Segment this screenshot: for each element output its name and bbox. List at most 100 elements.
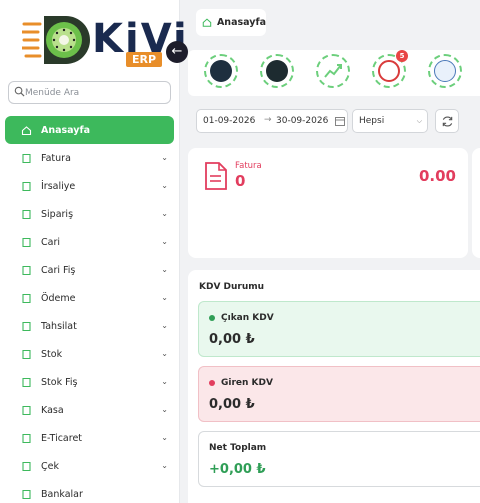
sidebar-item-label: E-Ticaret (41, 432, 83, 444)
outgoing-kdv-box: Çıkan KDV 0,00 ₺ (198, 301, 480, 357)
sidebar-item-label: Stok Fiş (41, 376, 78, 388)
sidebar-item-label: Tahsilat (41, 320, 77, 332)
cheque-icon (22, 461, 31, 471)
next-summary-card[interactable] (472, 148, 480, 258)
sidebar-item-14[interactable]: Bankalar (5, 480, 174, 503)
sidebar-item-5[interactable]: Cari ⌄ (5, 228, 174, 256)
chevron-down-icon: ⌄ (161, 461, 168, 470)
invoice-icon (22, 153, 31, 163)
sidebar-item-label: Cari (41, 236, 60, 248)
kdv-status-panel: KDV Durumu Çıkan KDV 0,00 ₺ Giren KDV 0,… (188, 270, 480, 503)
chevron-down-icon: ⌄ (161, 181, 168, 190)
collapse-sidebar-button[interactable]: ← (166, 41, 188, 63)
sidebar-item-9[interactable]: Stok ⌄ (5, 340, 174, 368)
net-total-amount: +0,00 ₺ (209, 462, 266, 477)
chevron-down-icon: ⌄ (161, 405, 168, 414)
kivi-erp-logo[interactable]: KiVi ERP (22, 10, 187, 72)
breadcrumb[interactable]: Anasayfa (196, 9, 266, 36)
outgoing-kdv-amount: 0,00 ₺ (209, 332, 255, 347)
notification-badge: 5 (396, 50, 408, 62)
chevron-down-icon: ⌄ (161, 433, 168, 442)
sidebar-item-label: Sipariş (41, 208, 74, 220)
sidebar-item-label: İrsaliye (41, 180, 76, 192)
tax-office-icon (378, 60, 400, 82)
cash-icon (22, 405, 31, 415)
date-end: 30-09-2026 (276, 116, 329, 126)
kiwi-logo-icon (22, 16, 90, 64)
sidebar-item-13[interactable]: Çek ⌄ (5, 452, 174, 480)
stock-receipt-icon (22, 377, 31, 387)
growth-chart-icon (324, 64, 342, 78)
sidebar-item-10[interactable]: Stok Fiş ⌄ (5, 368, 174, 396)
sidebar-item-label: Çek (41, 460, 59, 472)
quick-link-gib[interactable] (204, 54, 238, 88)
calendar-icon (335, 117, 345, 126)
menu-search[interactable] (8, 81, 171, 104)
quick-link-growth[interactable] (316, 54, 350, 88)
chevron-down-icon: ⌄ (161, 265, 168, 274)
order-icon (22, 209, 31, 219)
filter-bar: 01-09-2026 → 30-09-2026 Hepsi ⌵ (196, 109, 480, 133)
stock-icon (22, 349, 31, 359)
search-icon (14, 86, 25, 97)
quick-link-sgk[interactable] (428, 54, 462, 88)
brand-suffix: ERP (126, 52, 163, 67)
ilk500-icon (266, 60, 288, 82)
quick-link-ilk500[interactable] (260, 54, 294, 88)
chevron-down-icon: ⌄ (161, 293, 168, 302)
bank-icon (22, 489, 31, 499)
sgk-icon (434, 60, 456, 82)
sidebar-item-label: Anasayfa (41, 124, 91, 136)
incoming-kdv-label: Giren KDV (221, 378, 273, 388)
ecommerce-icon (22, 433, 31, 443)
chevron-down-icon: ⌄ (161, 209, 168, 218)
refresh-button[interactable] (435, 109, 459, 133)
chevron-down-icon: ⌄ (161, 321, 168, 330)
account-icon (22, 237, 31, 247)
sidebar-item-12[interactable]: E-Ticaret ⌄ (5, 424, 174, 452)
sidebar: KiVi ERP AnasayfaFatura⌄İrsaliye⌄Sipariş… (0, 0, 187, 503)
chevron-down-icon: ⌄ (161, 349, 168, 358)
sidebar-item-label: Fatura (41, 152, 71, 164)
net-total-box: Net Toplam +0,00 ₺ (198, 431, 480, 487)
type-select[interactable]: Hepsi ⌵ (352, 109, 428, 133)
chevron-down-icon: ⌄ (161, 153, 168, 162)
status-dot-green (209, 315, 215, 321)
arrow-left-icon: ← (171, 44, 183, 59)
status-dot-red (209, 380, 215, 386)
sidebar-item-3[interactable]: İrsaliye ⌄ (5, 172, 174, 200)
payment-icon (22, 293, 31, 303)
document-icon (205, 162, 227, 190)
sidebar-item-label: Ödeme (41, 292, 76, 304)
date-range-picker[interactable]: 01-09-2026 → 30-09-2026 (196, 109, 348, 133)
sidebar-item-7[interactable]: Ödeme ⌄ (5, 284, 174, 312)
refresh-icon (442, 116, 453, 127)
sidebar-item-8[interactable]: Tahsilat ⌄ (5, 312, 174, 340)
net-total-label: Net Toplam (209, 443, 267, 453)
receipt-icon (22, 265, 31, 275)
date-start: 01-09-2026 (203, 116, 256, 126)
summary-card-label: Fatura (235, 161, 262, 171)
quick-links-bar: 5 (188, 50, 480, 96)
outgoing-kdv-label: Çıkan KDV (221, 313, 274, 323)
type-select-value: Hepsi (359, 116, 385, 126)
sidebar-item-2[interactable]: Fatura ⌄ (5, 144, 174, 172)
chevron-down-icon: ⌄ (161, 377, 168, 386)
kdv-title: KDV Durumu (199, 282, 265, 292)
home-icon (202, 18, 212, 27)
invoice-summary-card[interactable]: Fatura 0 0.00 (188, 148, 468, 258)
sidebar-item-1[interactable]: Anasayfa (5, 116, 174, 144)
search-input[interactable] (25, 84, 165, 101)
summary-card-total: 0.00 (418, 167, 456, 185)
quick-link-tax-office[interactable]: 5 (372, 50, 408, 88)
waybill-icon (22, 181, 31, 191)
sidebar-item-label: Kasa (41, 404, 64, 416)
collection-icon (22, 321, 31, 331)
home-icon (21, 125, 32, 135)
chevron-down-icon: ⌵ (416, 117, 422, 125)
sidebar-item-11[interactable]: Kasa ⌄ (5, 396, 174, 424)
sidebar-item-4[interactable]: Sipariş ⌄ (5, 200, 174, 228)
sidebar-item-6[interactable]: Cari Fiş ⌄ (5, 256, 174, 284)
chevron-down-icon: ⌄ (161, 237, 168, 246)
summary-card-count: 0 (235, 172, 246, 190)
